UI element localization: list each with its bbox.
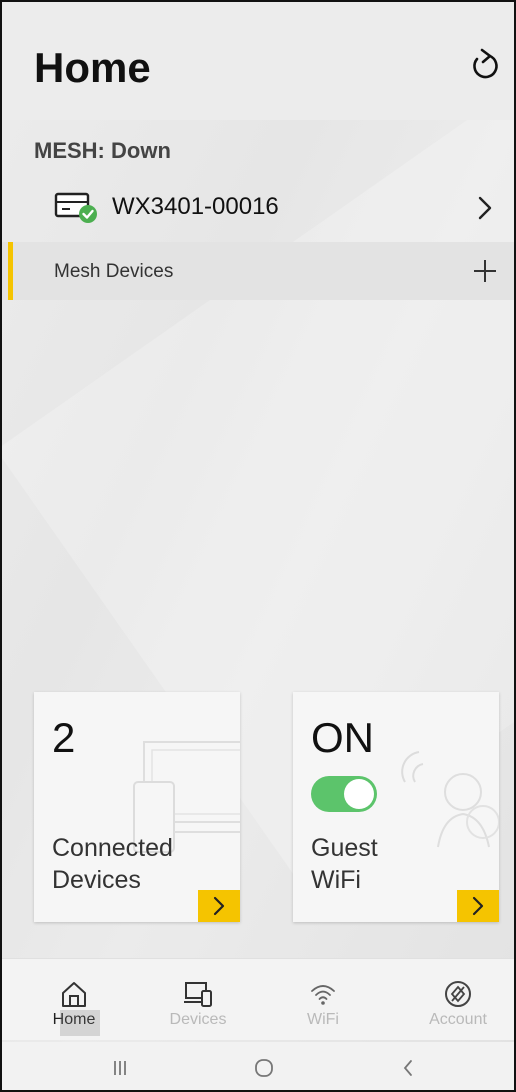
connected-devices-card[interactable]: 2 Connected Devices	[34, 692, 240, 922]
app-screen: Home MESH: Down WX3401-00016 Mesh Device…	[0, 0, 516, 1092]
circle-home-icon	[255, 1059, 273, 1077]
system-back-button[interactable]	[388, 1054, 428, 1082]
router-name: WX3401-00016	[112, 193, 279, 220]
system-nav-bar	[2, 1042, 514, 1090]
chevron-right-icon	[472, 896, 484, 916]
toggle-knob	[344, 779, 374, 809]
guest-wifi-label-line1: Guest	[311, 834, 378, 862]
guest-wifi-label: Guest WiFi	[311, 832, 481, 896]
connected-devices-label-line2: Devices	[52, 866, 141, 894]
nav-label-devices: Devices	[169, 1011, 227, 1028]
recent-apps-button[interactable]	[100, 1054, 140, 1082]
guest-wifi-arrow-button[interactable]	[457, 890, 499, 922]
guest-wifi-label-line2: WiFi	[311, 866, 361, 894]
devices-icon	[184, 982, 212, 1007]
router-ok-icon	[54, 192, 97, 223]
connected-devices-arrow-button[interactable]	[198, 890, 240, 922]
guest-wifi-card[interactable]: ON Guest WiFi	[293, 692, 499, 922]
add-mesh-device-button[interactable]	[470, 256, 500, 286]
nav-item-wifi[interactable]: WiFi	[273, 959, 373, 1041]
refresh-button[interactable]	[464, 44, 504, 88]
nav-label-wifi: WiFi	[307, 1011, 339, 1028]
connected-devices-count: 2	[52, 714, 76, 761]
guest-wifi-status: ON	[311, 714, 374, 761]
connected-devices-label: Connected Devices	[52, 832, 222, 896]
nav-item-account[interactable]: Account	[408, 959, 508, 1041]
nav-item-devices[interactable]: Devices	[148, 959, 248, 1041]
system-home-button[interactable]	[244, 1054, 284, 1082]
chevron-right-icon	[213, 896, 225, 916]
mesh-status: MESH: Down	[34, 138, 171, 163]
refresh-icon	[473, 48, 498, 79]
header: Home	[2, 2, 514, 120]
home-icon	[62, 982, 86, 1007]
wifi-icon	[311, 985, 335, 1005]
mesh-devices-bar: Mesh Devices	[2, 242, 514, 300]
mesh-devices-label: Mesh Devices	[54, 261, 174, 282]
guest-wifi-toggle[interactable]	[311, 776, 377, 812]
mesh-accent-bar	[8, 242, 13, 300]
page-title: Home	[34, 44, 151, 91]
recent-apps-icon	[114, 1061, 126, 1075]
connected-devices-label-line1: Connected	[52, 834, 173, 862]
chevron-right-icon	[478, 196, 492, 220]
back-chevron-icon	[403, 1060, 412, 1076]
home-selection-highlight	[60, 1010, 100, 1036]
router-row[interactable]: WX3401-00016	[2, 178, 514, 236]
account-icon	[445, 981, 471, 1007]
nav-label-account: Account	[429, 1011, 487, 1028]
